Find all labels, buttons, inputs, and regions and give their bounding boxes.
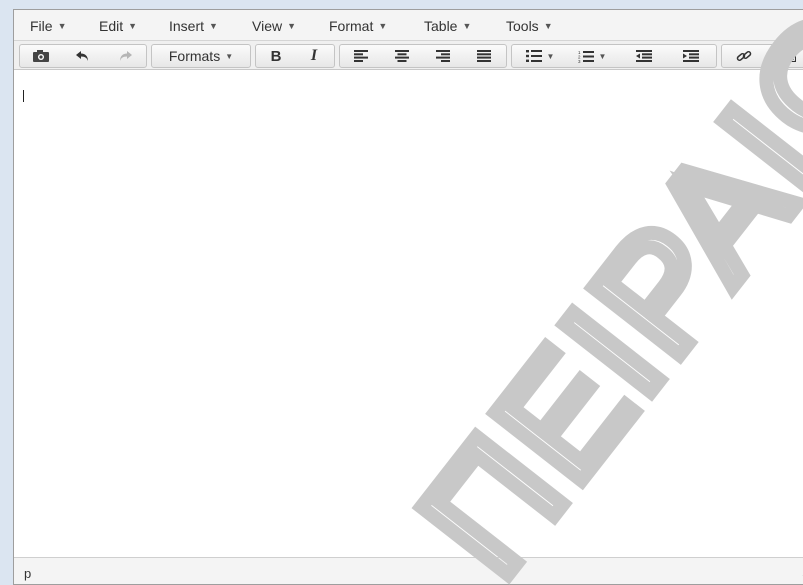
- toolbar-group-formats: Formats ▼: [151, 44, 251, 68]
- preview-icon: [32, 49, 50, 63]
- align-left-icon: [354, 50, 368, 62]
- align-center-button[interactable]: [383, 45, 421, 67]
- align-left-button[interactable]: [342, 45, 380, 67]
- align-right-icon: [436, 50, 450, 62]
- link-button[interactable]: [724, 45, 764, 67]
- link-icon: [736, 49, 752, 63]
- editor-content-area[interactable]: [14, 70, 803, 557]
- caret-down-icon: ▼: [378, 21, 388, 31]
- menu-tools[interactable]: Tools ▼: [506, 18, 553, 34]
- redo-icon: [117, 49, 133, 63]
- redo-button[interactable]: [106, 45, 144, 67]
- statusbar: p: [14, 557, 803, 584]
- toolbar-group-history: [19, 44, 147, 68]
- italic-button[interactable]: I: [296, 45, 332, 67]
- caret-down-icon: ▼: [546, 51, 555, 61]
- caret-down-icon: ▼: [287, 21, 297, 31]
- toolbar: Formats ▼ B I ▼ 1 2 3 ▼: [14, 40, 803, 70]
- menu-file[interactable]: File ▼: [30, 18, 66, 34]
- caret-down-icon: ▼: [462, 21, 472, 31]
- caret-down-icon: ▼: [128, 21, 138, 31]
- undo-button[interactable]: [64, 45, 102, 67]
- indent-icon: [683, 50, 699, 62]
- caret-down-icon: ▼: [209, 21, 218, 31]
- element-path[interactable]: p: [24, 566, 31, 581]
- menu-format[interactable]: Format ▼: [329, 18, 387, 34]
- bullet-list-icon: [525, 50, 542, 62]
- numbered-list-button[interactable]: 123 ▼: [568, 45, 616, 67]
- toolbar-group-lists: ▼ 123 ▼: [511, 44, 717, 68]
- caret-down-icon: ▼: [57, 21, 67, 31]
- toolbar-group-style: B I: [255, 44, 335, 68]
- align-right-button[interactable]: [424, 45, 462, 67]
- image-icon: [780, 50, 796, 62]
- formats-dropdown[interactable]: Formats ▼: [152, 45, 250, 67]
- text-cursor: [23, 90, 24, 102]
- svg-text:3: 3: [578, 59, 581, 63]
- rich-text-editor: File ▼ Edit ▼ Insert ▼ View ▼ Format ▼ Table ▼…: [13, 9, 803, 585]
- outdent-button[interactable]: [622, 45, 666, 67]
- caret-down-icon: ▼: [225, 51, 234, 61]
- align-center-icon: [395, 50, 409, 62]
- toolbar-group-align: [339, 44, 507, 68]
- caret-down-icon: ▼: [598, 51, 607, 61]
- bullet-list-button[interactable]: ▼: [516, 45, 564, 67]
- menubar: File ▼ Edit ▼ Insert ▼ View ▼ Format ▼ Table ▼…: [14, 10, 803, 40]
- preview-button[interactable]: [22, 45, 60, 67]
- numbered-list-icon: 123: [578, 50, 594, 63]
- caret-down-icon: ▼: [543, 21, 553, 31]
- toolbar-group-insert: [721, 44, 803, 68]
- menu-edit[interactable]: Edit ▼: [99, 18, 137, 34]
- menu-insert[interactable]: Insert ▼: [169, 18, 218, 34]
- bold-button[interactable]: B: [258, 45, 294, 67]
- indent-button[interactable]: [669, 45, 713, 67]
- menu-view[interactable]: View ▼: [252, 18, 296, 34]
- align-justify-icon: [477, 50, 491, 62]
- outdent-icon: [636, 50, 652, 62]
- image-button[interactable]: [768, 45, 803, 67]
- menu-table[interactable]: Table ▼: [424, 18, 471, 34]
- align-justify-button[interactable]: [465, 45, 503, 67]
- undo-icon: [75, 49, 91, 63]
